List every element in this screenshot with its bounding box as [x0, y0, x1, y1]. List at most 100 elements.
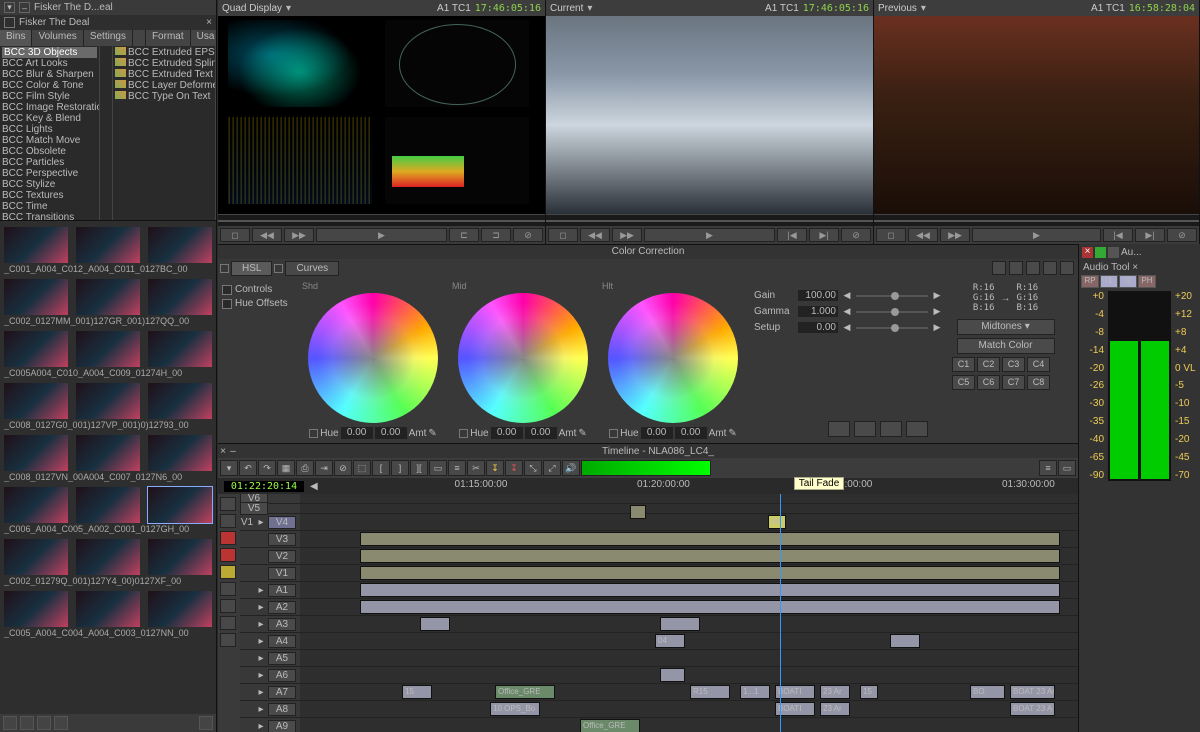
tc-prev-icon[interactable]: ◀	[310, 481, 318, 492]
c-preset[interactable]: C7	[1002, 375, 1025, 390]
track-selector[interactable]: V4	[268, 516, 296, 529]
view-brief-icon[interactable]	[3, 716, 17, 730]
timeline-tracks[interactable]: A9 04 15 Office_GRE R15 1...1 BOATI 23 A…	[300, 494, 1078, 732]
audio-mon-icon[interactable]: 🔊	[562, 460, 580, 476]
clip-thumb[interactable]	[4, 227, 68, 263]
tab-blank[interactable]	[133, 30, 146, 46]
controls-checkbox[interactable]	[222, 285, 232, 295]
track-selector[interactable]: A8	[268, 703, 296, 716]
tl-close-icon[interactable]: ×	[218, 446, 228, 457]
mark-clip-icon[interactable]: ◻	[548, 228, 578, 242]
close-icon[interactable]: ×	[1082, 247, 1093, 258]
clip[interactable]: BO	[970, 685, 1005, 699]
goto-prev-icon[interactable]: |◀	[777, 228, 807, 242]
tl-side-tool[interactable]	[220, 514, 236, 528]
tl-tool[interactable]: ↶	[239, 460, 257, 476]
clip[interactable]: A9	[768, 515, 786, 529]
c-preset[interactable]: C2	[977, 357, 1000, 372]
view-text-icon[interactable]	[20, 716, 34, 730]
c-preset[interactable]: C3	[1002, 357, 1025, 372]
tl-min-icon[interactable]: –	[228, 446, 238, 457]
clip-thumb[interactable]	[4, 279, 68, 315]
clip-thumb[interactable]	[4, 487, 68, 523]
clip-thumb[interactable]	[76, 435, 140, 471]
tl-side-tool[interactable]	[220, 616, 236, 630]
tl-side-tool[interactable]	[220, 633, 236, 647]
hlt-color-wheel[interactable]: +	[608, 293, 738, 423]
track-selector[interactable]: A9	[268, 720, 296, 732]
clip-thumb[interactable]	[148, 227, 212, 263]
setup-value[interactable]: 0.00	[798, 322, 838, 333]
cc-toggle[interactable]	[220, 264, 229, 273]
clip[interactable]: 23 Ar	[820, 685, 850, 699]
clip[interactable]	[660, 617, 700, 631]
clip-thumb[interactable]	[76, 227, 140, 263]
cc-ref-icon[interactable]	[1026, 261, 1040, 275]
record-track-icon[interactable]	[220, 531, 236, 545]
track-selector[interactable]: A2	[268, 601, 296, 614]
clip-thumb[interactable]	[148, 279, 212, 315]
step-back-icon[interactable]: ◀◀	[908, 228, 938, 242]
eyedropper-icon[interactable]: ✎	[728, 428, 736, 439]
tl-tool[interactable]: ≡	[448, 460, 466, 476]
clip[interactable]	[360, 549, 1060, 563]
clear-icon[interactable]: ⊘	[513, 228, 543, 242]
cc-bucket-icon[interactable]	[906, 421, 928, 437]
track-selector[interactable]: A3	[268, 618, 296, 631]
play-icon[interactable]: ▶	[644, 228, 775, 242]
goto-prev-icon[interactable]: |◀	[1103, 228, 1133, 242]
clip-thumb[interactable]	[4, 331, 68, 367]
tl-tool[interactable]: ⎙	[296, 460, 314, 476]
track-selector[interactable]: A5	[268, 652, 296, 665]
clip-thumb[interactable]	[148, 539, 212, 575]
clip[interactable]: BOAT 23 Ar	[1010, 685, 1055, 699]
mark-in-icon[interactable]: ⊏	[449, 228, 479, 242]
extract-icon[interactable]: ⇥	[315, 460, 333, 476]
tab-usage[interactable]: Usa	[191, 30, 222, 46]
tl-menu-icon[interactable]: ≡	[1039, 460, 1057, 476]
clip-thumb[interactable]	[148, 383, 212, 419]
tab-hsl[interactable]: HSL	[231, 261, 272, 276]
dropdown-icon[interactable]: ▾	[921, 3, 926, 14]
tl-tool[interactable]: ][	[410, 460, 428, 476]
clip[interactable]: Office_GRE	[495, 685, 555, 699]
c-preset[interactable]: C4	[1027, 357, 1050, 372]
clip-thumb[interactable]	[76, 591, 140, 627]
clip-thumb[interactable]	[4, 591, 68, 627]
cc-quad-icon[interactable]	[1009, 261, 1023, 275]
clip[interactable]	[660, 668, 685, 682]
monitor-title[interactable]: Previous	[878, 3, 917, 14]
audio-tab-i2[interactable]: I2	[1119, 275, 1137, 288]
tl-side-tool[interactable]	[220, 548, 236, 562]
timecode-display[interactable]: 17:46:05:16	[475, 3, 541, 14]
tl-tool[interactable]: ⤡	[524, 460, 542, 476]
track-label[interactable]: A1 TC1	[437, 3, 471, 14]
fx-category-selected[interactable]: BCC 3D Objects	[2, 47, 97, 58]
fx-category-list[interactable]: BCC 3D Objects BCC Art LooksBCC Blur & S…	[0, 46, 100, 220]
hue-offsets-checkbox[interactable]	[222, 299, 232, 309]
mark-clip-icon[interactable]: ◻	[876, 228, 906, 242]
monitor-title[interactable]: Current	[550, 3, 583, 14]
bin-thumbnail-view[interactable]: _C001_A004_C012_A004_C011_0127BC_00 _C00…	[0, 221, 216, 714]
clip-thumb[interactable]	[148, 435, 212, 471]
cc-safe-icon[interactable]	[1043, 261, 1057, 275]
step-fwd-icon[interactable]: ▶▶	[284, 228, 314, 242]
playhead[interactable]	[780, 494, 781, 732]
fx-scroll[interactable]	[100, 46, 113, 220]
gamma-value[interactable]: 1.000	[798, 306, 838, 317]
goto-next-icon[interactable]: ▶|	[809, 228, 839, 242]
track-selector[interactable]: A6	[268, 669, 296, 682]
splice-icon[interactable]: ↧	[486, 460, 504, 476]
track-selector[interactable]: V1	[268, 567, 296, 580]
position-bar[interactable]	[218, 214, 545, 226]
step-fwd-icon[interactable]: ▶▶	[940, 228, 970, 242]
view-script-icon[interactable]	[54, 716, 68, 730]
mid-color-wheel[interactable]: +	[458, 293, 588, 423]
src-patch[interactable]: V1	[240, 517, 254, 528]
tl-tool[interactable]: ↷	[258, 460, 276, 476]
tl-side-tool[interactable]	[220, 565, 236, 579]
goto-next-icon[interactable]: ▶|	[1135, 228, 1165, 242]
clear-icon[interactable]: ⊘	[841, 228, 871, 242]
mark-clip-icon[interactable]: ◻	[220, 228, 250, 242]
tl-tool[interactable]: ⬚	[353, 460, 371, 476]
